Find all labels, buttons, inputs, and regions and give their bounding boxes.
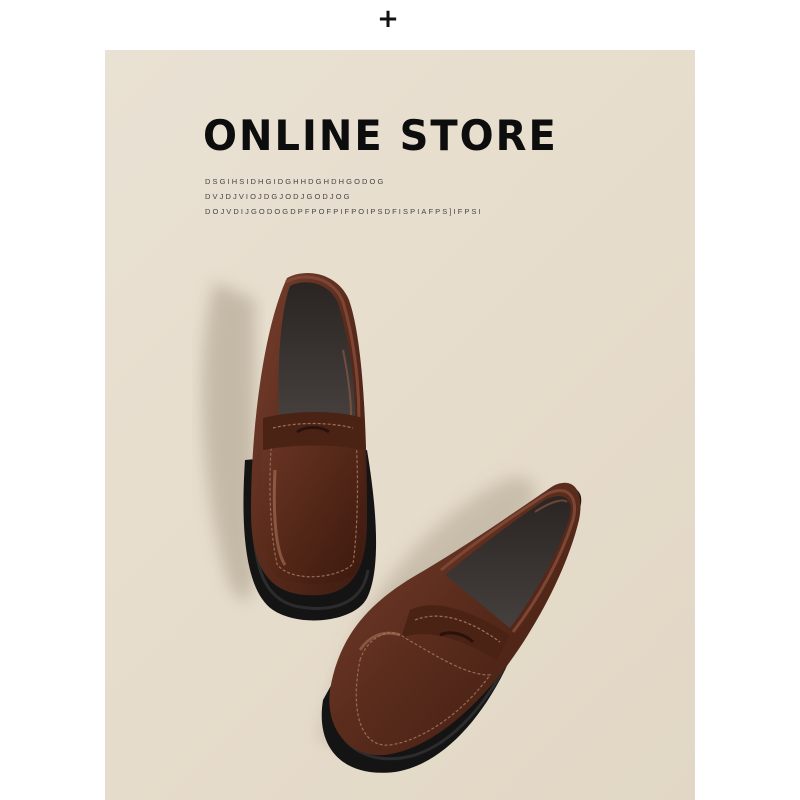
banner-title: ONLINE STORE [203,112,558,161]
banner-subline-1: DSGIHSIDHGIDGHHDGHDHGODOG [205,177,386,186]
banner-subline-3: DOJVDIJGODOGDPFPOFPIFPOIPSDFISPIAFPS]IFP… [205,207,483,216]
product-banner: ONLINE STORE DSGIHSIDHGIDGHHDGHDHGODOG D… [105,50,695,800]
left-loafer [243,273,377,621]
banner-subline-2: DVJDJVIOJDGJODJGODJOG [205,192,352,201]
plus-icon[interactable]: + [376,6,400,32]
loafers-photo [202,273,582,773]
